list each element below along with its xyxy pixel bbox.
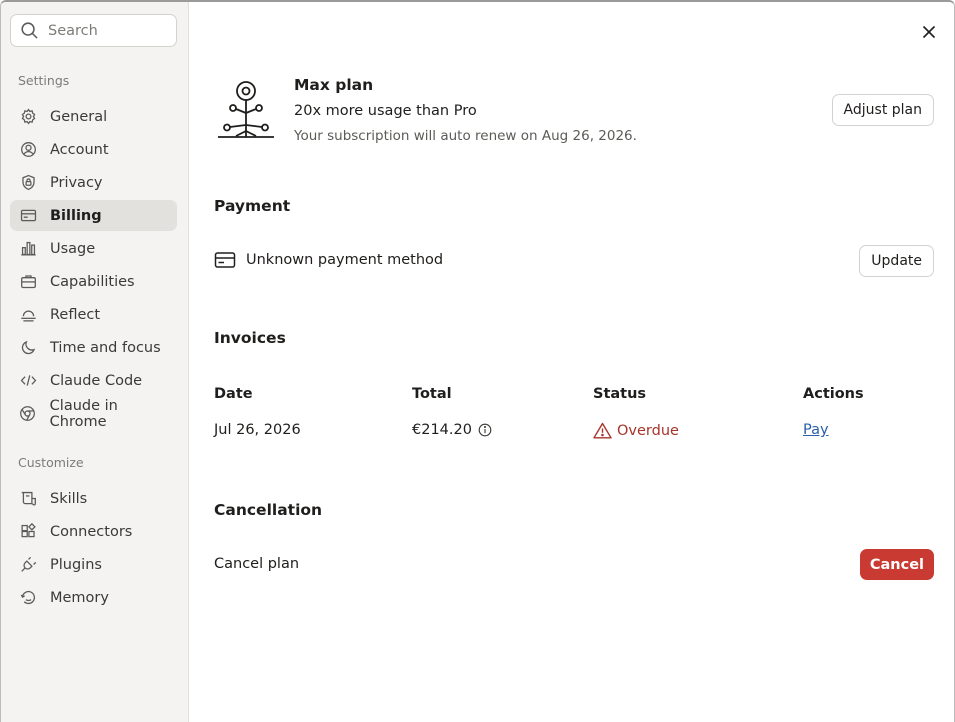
sidebar-item-label: Connectors: [50, 523, 133, 540]
briefcase-icon: [19, 273, 37, 291]
sidebar-item-connectors[interactable]: Connectors: [10, 516, 177, 547]
sidebar-item-privacy[interactable]: Privacy: [10, 167, 177, 198]
plan-subtitle: 20x more usage than Pro: [294, 103, 477, 119]
sidebar-item-billing[interactable]: Billing: [10, 200, 177, 231]
settings-section-label: Settings: [18, 73, 70, 88]
invoices-heading: Invoices: [214, 329, 286, 347]
sidebar-item-label: Privacy: [50, 174, 103, 191]
invoice-status-cell: Overdue: [593, 422, 679, 439]
close-icon[interactable]: [920, 23, 938, 41]
skills-icon: [19, 490, 37, 508]
invoice-status: Overdue: [617, 422, 679, 439]
memory-icon: [19, 589, 37, 607]
column-header-status: Status: [593, 386, 647, 402]
column-header-date: Date: [214, 386, 253, 402]
adjust-plan-button[interactable]: Adjust plan: [831, 94, 934, 126]
sidebar-item-memory[interactable]: Memory: [10, 582, 177, 613]
cancellation-heading: Cancellation: [214, 501, 323, 519]
shield-lock-icon: [19, 174, 37, 192]
invoice-total-cell: €214.20: [412, 422, 492, 438]
settings-window: Settings General Account Privacy Billing…: [0, 0, 955, 722]
gear-icon: [19, 108, 37, 126]
sidebar-item-label: Claude in Chrome: [49, 397, 118, 430]
sidebar-item-label: Billing: [50, 207, 102, 224]
sidebar-item-usage[interactable]: Usage: [10, 233, 177, 264]
sidebar-item-claude-code[interactable]: Claude Code: [10, 365, 177, 396]
payment-method-text: Unknown payment method: [246, 252, 444, 268]
info-icon[interactable]: [478, 423, 492, 437]
plug-icon: [19, 556, 37, 574]
sidebar-item-account[interactable]: Account: [10, 134, 177, 165]
invoice-total: €214.20: [412, 422, 472, 438]
sidebar-item-label: Usage: [50, 240, 96, 257]
sidebar-item-label: Capabilities: [50, 273, 135, 290]
sidebar-item-capabilities[interactable]: Capabilities: [10, 266, 177, 297]
sidebar-item-plugins[interactable]: Plugins: [10, 549, 177, 580]
search-box[interactable]: [10, 14, 177, 47]
plan-renewal-text: Your subscription will auto renew on Aug…: [294, 128, 637, 144]
search-icon: [21, 22, 38, 39]
sidebar-item-label: Account: [50, 141, 109, 158]
sidebar-item-reflect[interactable]: Reflect: [10, 299, 177, 330]
sunrise-icon: [19, 306, 37, 324]
plan-title: Max plan: [294, 76, 374, 94]
credit-card-icon: [214, 252, 236, 268]
cancel-plan-button[interactable]: Cancel: [859, 549, 934, 580]
payment-method-row: Unknown payment method: [214, 251, 443, 269]
sidebar-item-label: Time and focus: [50, 339, 161, 356]
sidebar-item-label: Claude Code: [50, 372, 143, 389]
credit-card-icon: [19, 207, 37, 225]
sidebar: Settings General Account Privacy Billing…: [1, 2, 189, 722]
code-icon: [19, 372, 37, 390]
customize-section-label: Customize: [18, 455, 84, 470]
sidebar-item-label: Skills: [50, 490, 88, 507]
column-header-total: Total: [412, 386, 452, 402]
sidebar-item-time-and-focus[interactable]: Time and focus: [10, 332, 177, 363]
sidebar-item-skills[interactable]: Skills: [10, 483, 177, 514]
invoice-action-cell: Pay: [803, 422, 829, 438]
user-circle-icon: [19, 141, 37, 159]
update-payment-button[interactable]: Update: [859, 245, 934, 277]
sidebar-item-label: General: [50, 108, 108, 125]
sidebar-item-label: Reflect: [50, 306, 101, 323]
column-header-actions: Actions: [803, 386, 864, 402]
plan-tree-icon: [218, 81, 274, 138]
billing-panel: Max plan 20x more usage than Pro Your su…: [190, 2, 954, 722]
search-input[interactable]: [48, 22, 158, 39]
globe-icon: [19, 405, 37, 423]
pay-invoice-link[interactable]: Pay: [803, 422, 829, 438]
sidebar-item-label: Memory: [50, 589, 109, 606]
sidebar-item-general[interactable]: General: [10, 101, 177, 132]
invoice-date: Jul 26, 2026: [214, 422, 301, 438]
payment-heading: Payment: [214, 197, 291, 215]
bar-chart-icon: [19, 240, 37, 258]
cancel-plan-label: Cancel plan: [214, 556, 300, 572]
sidebar-item-label: Plugins: [50, 556, 102, 573]
connectors-icon: [19, 523, 37, 541]
warning-icon: [593, 422, 612, 439]
moon-icon: [19, 339, 37, 357]
sidebar-item-claude-in-chrome[interactable]: Claude in Chrome: [10, 397, 177, 430]
